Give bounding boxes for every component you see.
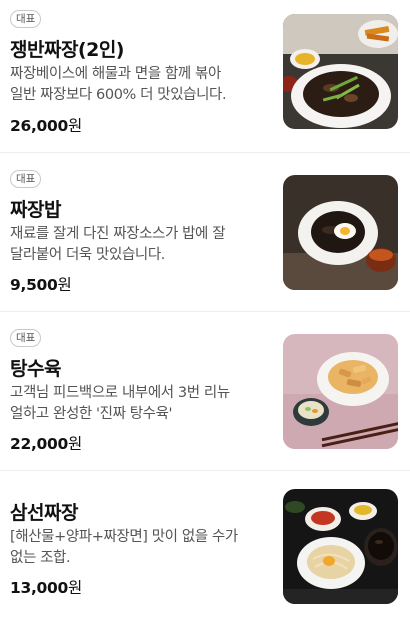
signature-badge: 대표	[10, 329, 42, 347]
menu-item-price: 26,000원	[10, 117, 82, 135]
menu-item-tangsuyuk[interactable]: 대표 탕수육 고객님 피드백으로 내부에서 3번 리뉴 얼하고 완성한 '진짜 …	[0, 312, 410, 471]
signature-badge: 대표	[10, 170, 42, 188]
menu-item-price: 13,000원	[10, 579, 82, 597]
menu-item-name: 쟁반짜장(2인)	[10, 39, 125, 61]
menu-item-samseon-jjajang[interactable]: 삼선짜장 [해산물+양파+짜장면] 맛이 없을 수가 없는 조합. 13,000…	[0, 471, 410, 620]
menu-item-price: 9,500원	[10, 276, 72, 294]
jjajang-platter-photo[interactable]	[283, 14, 398, 129]
menu-item-name: 탕수육	[10, 358, 61, 380]
jjajang-rice-photo[interactable]	[283, 175, 398, 290]
menu-item-description: 짜장베이스에 해물과 면을 함께 볶아 일반 짜장보다 600% 더 맛있습니다…	[10, 66, 227, 103]
menu-item-description: 재료를 잘게 다진 짜장소스가 밥에 잘 달라붙어 더욱 맛있습니다.	[10, 226, 226, 263]
menu-item-jjajang-rice[interactable]: 대표 짜장밥 재료를 잘게 다진 짜장소스가 밥에 잘 달라붙어 더욱 맛있습니…	[0, 153, 410, 312]
menu-item-jjajang-platter[interactable]: 대표 쟁반짜장(2인) 짜장베이스에 해물과 면을 함께 볶아 일반 짜장보다 …	[0, 0, 410, 153]
menu-item-name: 짜장밥	[10, 199, 61, 221]
menu-list: 대표 쟁반짜장(2인) 짜장베이스에 해물과 면을 함께 볶아 일반 짜장보다 …	[0, 0, 410, 620]
samseon-jjajang-photo[interactable]	[283, 489, 398, 604]
menu-item-price: 22,000원	[10, 435, 82, 453]
signature-badge: 대표	[10, 10, 42, 28]
menu-item-description: [해산물+양파+짜장면] 맛이 없을 수가 없는 조합.	[10, 529, 238, 566]
menu-item-description: 고객님 피드백으로 내부에서 3번 리뉴 얼하고 완성한 '진짜 탕수육'	[10, 385, 230, 422]
tangsuyuk-photo[interactable]	[283, 334, 398, 449]
menu-item-name: 삼선짜장	[10, 502, 78, 524]
